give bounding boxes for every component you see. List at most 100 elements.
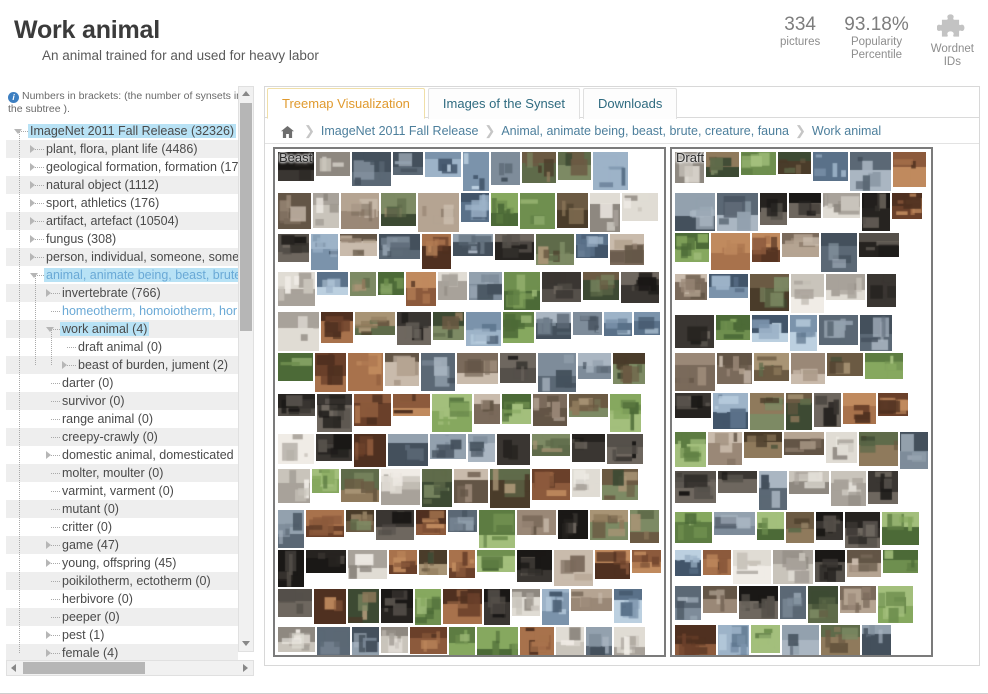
treemap-image-tile[interactable] — [716, 315, 750, 340]
tree-collapse-arrow-icon[interactable] — [14, 129, 22, 138]
treemap-image-tile[interactable] — [703, 586, 737, 613]
treemap-image-tile[interactable] — [578, 353, 611, 379]
tree-node[interactable]: sport, athletics (176) — [6, 194, 238, 212]
treemap-image-tile[interactable] — [610, 234, 644, 265]
treemap-image-tile[interactable] — [593, 152, 628, 190]
treemap-image-tile[interactable] — [571, 589, 612, 611]
treemap-image-tile[interactable] — [675, 471, 716, 503]
treemap-image-tile[interactable] — [278, 550, 304, 587]
tree-expand-arrow-icon[interactable] — [30, 181, 35, 189]
treemap-image-tile[interactable] — [675, 550, 701, 576]
tree-expand-arrow-icon[interactable] — [46, 559, 51, 567]
treemap-image-tile[interactable] — [418, 193, 459, 232]
treemap-image-tile[interactable] — [610, 394, 641, 432]
treemap-image-tile[interactable] — [348, 550, 387, 579]
treemap-image-tile[interactable] — [752, 233, 780, 262]
treemap-image-tile[interactable] — [808, 586, 838, 623]
treemap-image-tile[interactable] — [443, 589, 482, 624]
tree-node[interactable]: animal, animate being, beast, brute — [6, 266, 238, 284]
treemap-image-tile[interactable] — [542, 272, 581, 302]
tree-expand-arrow-icon[interactable] — [30, 253, 35, 261]
treemap-image-tile[interactable] — [709, 274, 748, 298]
treemap-image-tile[interactable] — [790, 315, 817, 351]
tree-node[interactable]: mutant (0) — [6, 500, 238, 518]
treemap-image-tile[interactable] — [419, 550, 447, 575]
home-icon[interactable] — [281, 126, 294, 138]
vertical-scroll-thumb[interactable] — [240, 103, 252, 331]
treemap-image-tile[interactable] — [457, 353, 498, 384]
tree-collapse-arrow-icon[interactable] — [30, 273, 38, 282]
treemap-image-tile[interactable] — [376, 510, 414, 540]
tree-node[interactable]: person, individual, someone, some — [6, 248, 238, 266]
tree-expand-arrow-icon[interactable] — [46, 451, 51, 459]
treemap-image-tile[interactable] — [821, 625, 860, 655]
treemap-image-tile[interactable] — [352, 152, 391, 186]
treemap-image-tile[interactable] — [448, 510, 477, 532]
treemap-image-tile[interactable] — [354, 394, 391, 426]
treemap-image-tile[interactable] — [675, 274, 707, 300]
treemap-image-tile[interactable] — [348, 589, 379, 623]
treemap-image-tile[interactable] — [717, 353, 752, 384]
treemap-image-tile[interactable] — [278, 234, 309, 262]
treemap-image-tile[interactable] — [569, 394, 608, 417]
treemap-image-tile[interactable] — [860, 315, 892, 351]
treemap-image-tile[interactable] — [778, 152, 811, 174]
treemap-image-tile[interactable] — [512, 589, 540, 616]
treemap-image-tile[interactable] — [752, 315, 788, 342]
treemap-image-tile[interactable] — [430, 434, 466, 459]
sidebar-vertical-scrollbar[interactable] — [238, 86, 254, 652]
treemap-image-tile[interactable] — [542, 589, 569, 625]
treemap-image-tile[interactable] — [859, 432, 898, 466]
treemap-image-tile[interactable] — [278, 469, 310, 503]
treemap-image-tile[interactable] — [614, 589, 642, 623]
treemap-image-tile[interactable] — [713, 393, 748, 429]
treemap-image-tile[interactable] — [432, 394, 472, 432]
treemap-image-tile[interactable] — [410, 627, 447, 654]
treemap-image-tile[interactable] — [882, 512, 919, 545]
treemap-image-tile[interactable] — [862, 193, 890, 231]
treemap-image-tile[interactable] — [862, 625, 891, 655]
treemap-image-tile[interactable] — [634, 312, 660, 335]
treemap-image-tile[interactable] — [840, 586, 876, 613]
scroll-left-button[interactable] — [7, 661, 22, 675]
treemap-image-tile[interactable] — [348, 353, 383, 391]
treemap-image-tile[interactable] — [341, 469, 379, 502]
sidebar-horizontal-scrollbar[interactable] — [6, 660, 254, 676]
treemap-image-tile[interactable] — [352, 627, 379, 655]
tree-node[interactable]: ImageNet 2011 Fall Release (32326) — [6, 122, 238, 140]
treemap-image-tile[interactable] — [381, 589, 413, 623]
treemap-image-tile[interactable] — [317, 272, 348, 295]
treemap-image-tile[interactable] — [784, 432, 824, 455]
treemap-image-tile[interactable] — [602, 469, 638, 500]
treemap-image-tile[interactable] — [556, 627, 584, 655]
treemap-image-tile[interactable] — [536, 234, 574, 265]
treemap-image-tile[interactable] — [355, 312, 395, 335]
treemap-image-tile[interactable] — [393, 152, 423, 175]
treemap-image-tile[interactable] — [491, 193, 518, 226]
treemap-image-tile[interactable] — [278, 353, 313, 381]
tree-node[interactable]: homeotherm, homoiotherm, hor — [6, 302, 238, 320]
treemap-image-tile[interactable] — [703, 550, 731, 575]
treemap-image-tile[interactable] — [416, 510, 446, 535]
treemap-panel-beast[interactable]: Beast — [273, 147, 666, 657]
treemap-image-tile[interactable] — [814, 393, 841, 427]
treemap-image-tile[interactable] — [604, 312, 632, 336]
treemap-image-tile[interactable] — [576, 234, 608, 258]
tree-node[interactable]: survivor (0) — [6, 392, 238, 410]
treemap-image-tile[interactable] — [826, 274, 865, 300]
tree-node[interactable]: plant, flora, plant life (4486) — [6, 140, 238, 158]
synset-tree-sidebar[interactable]: i Numbers in brackets: (the number of syn… — [6, 86, 256, 666]
treemap-image-tile[interactable] — [422, 469, 452, 507]
treemap-image-tile[interactable] — [711, 233, 750, 270]
treemap-image-tile[interactable] — [438, 272, 467, 300]
treemap-tile-grid[interactable] — [277, 151, 662, 655]
tree-node[interactable]: game (47) — [6, 536, 238, 554]
tree-expand-arrow-icon[interactable] — [62, 361, 67, 369]
treemap-image-tile[interactable] — [433, 312, 464, 340]
tab-treemap-visualization[interactable]: Treemap Visualization — [267, 88, 425, 119]
synset-tree[interactable]: ImageNet 2011 Fall Release (32326) plant,… — [6, 122, 238, 662]
treemap-image-tile[interactable] — [491, 152, 520, 185]
treemap-image-tile[interactable] — [454, 469, 488, 503]
treemap-image-tile[interactable] — [754, 353, 789, 381]
treemap-image-tile[interactable] — [484, 589, 510, 625]
